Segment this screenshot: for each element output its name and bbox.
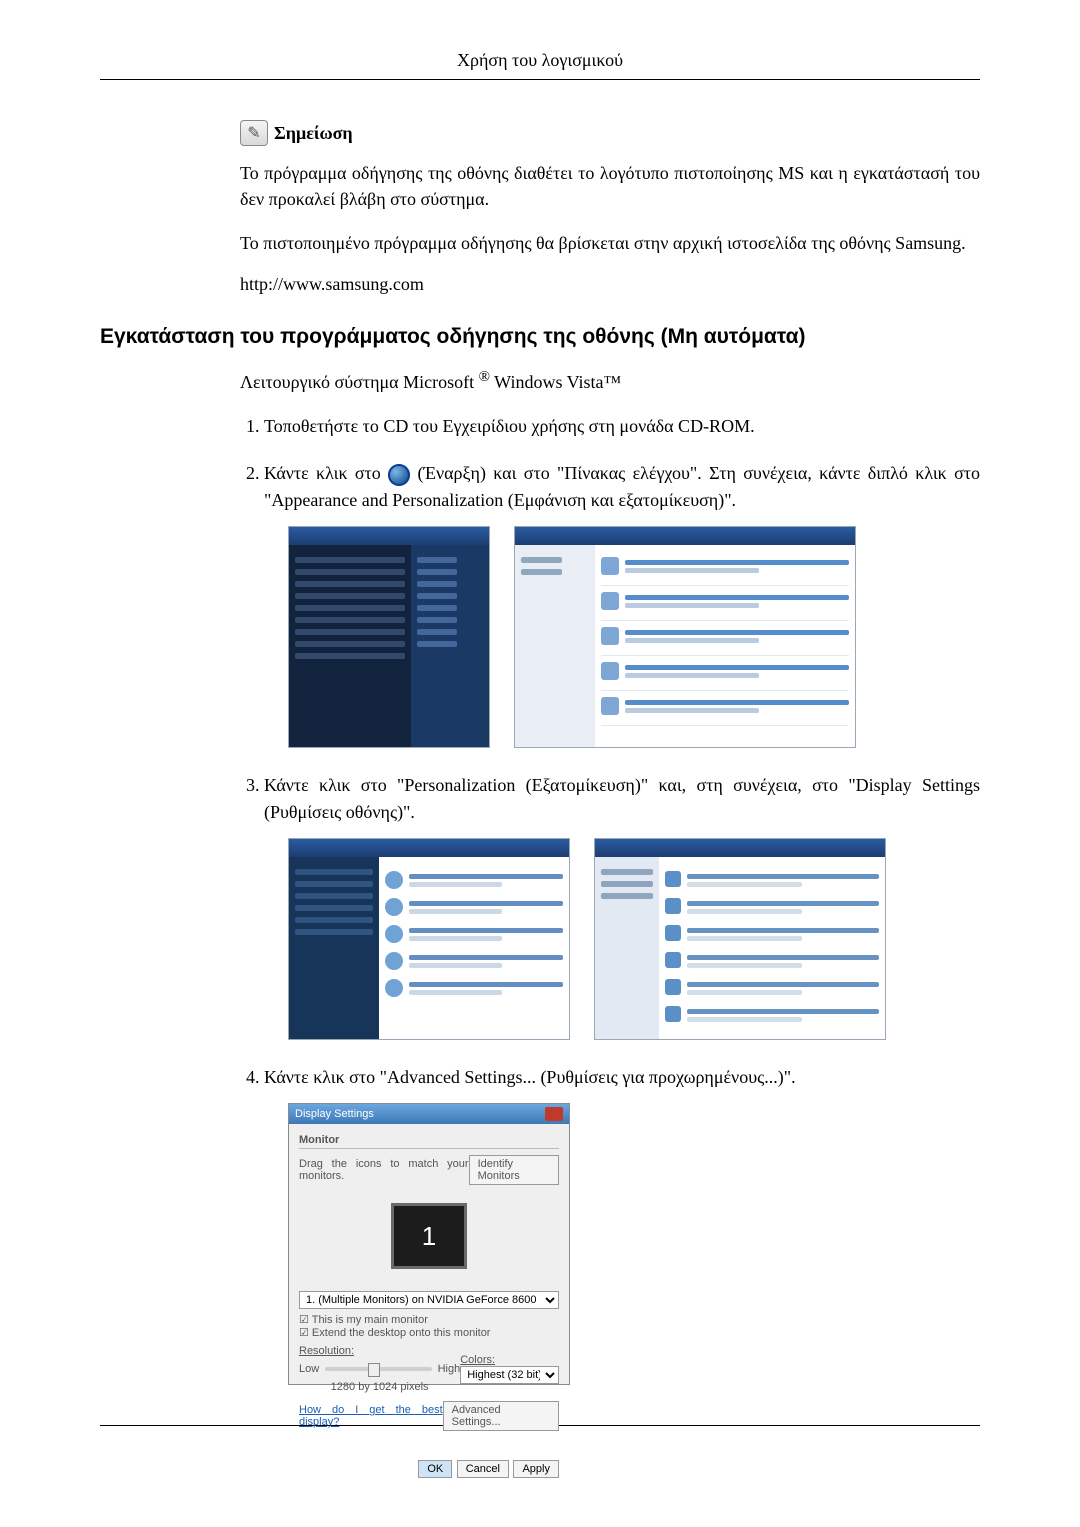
colors-dropdown: Highest (32 bit) [460,1366,559,1384]
step-4-text: Κάντε κλικ στο "Advanced Settings... (Ρυ… [264,1067,796,1087]
monitor-preview: 1 [391,1203,467,1269]
identify-monitors-button: Identify Monitors [469,1155,559,1185]
cb-extend-desktop: ☑ Extend the desktop onto this monitor [299,1326,559,1339]
note-paragraph-2: Το πιστοποιημένο πρόγραμμα οδήγησης θα β… [240,230,980,256]
registered-mark: ® [479,369,490,385]
top-rule [100,79,980,80]
screenshots-step-2 [288,526,980,748]
cancel-button: Cancel [457,1460,509,1478]
dialog-hint: Drag the icons to match your monitors. [299,1158,469,1182]
help-link: How do I get the best display? [299,1404,443,1428]
os-line: Λειτουργικό σύστημα Microsoft ® Windows … [240,367,980,395]
step-3: Κάντε κλικ στο "Personalization (Εξατομί… [264,772,980,1040]
note-icon: ✎ [240,120,268,146]
screenshot-personalization-2 [594,838,886,1040]
note-url: http://www.samsung.com [240,274,980,295]
step-3-text: Κάντε κλικ στο "Personalization (Εξατομί… [264,775,980,822]
step-4: Κάντε κλικ στο "Advanced Settings... (Ρυ… [264,1064,980,1385]
slider-low-label: Low [299,1363,319,1375]
screenshot-personalization-1 [288,838,570,1040]
advanced-settings-button: Advanced Settings... [443,1401,559,1431]
screenshot-start-menu [288,526,490,748]
page-running-header: Χρήση του λογισμικού [100,50,980,71]
slider-high-label: High [438,1363,461,1375]
note-paragraph-1: Το πρόγραμμα οδήγησης της οθόνης διαθέτε… [240,160,980,212]
step-2-text-a: Κάντε κλικ στο [264,463,388,483]
apply-button: Apply [513,1460,559,1478]
screenshots-step-3 [288,838,980,1040]
resolution-label: Resolution: [299,1345,460,1357]
monitor-dropdown: 1. (Multiple Monitors) on NVIDIA GeForce… [299,1291,559,1309]
screenshot-display-settings-dialog: Display Settings Monitor Drag the icons … [288,1103,570,1385]
resolution-value: 1280 by 1024 pixels [299,1381,460,1393]
dialog-tab: Monitor [299,1134,559,1149]
note-title: Σημείωση [274,123,353,144]
close-icon [545,1107,563,1121]
os-suffix: Windows Vista™ [490,372,621,392]
step-1: Τοποθετήστε το CD του Εγχειρίδιου χρήσης… [264,413,980,440]
start-orb-icon [388,464,410,486]
dialog-title: Display Settings [295,1108,374,1120]
resolution-slider [325,1367,431,1371]
os-prefix: Λειτουργικό σύστημα Microsoft [240,372,479,392]
colors-label: Colors: [460,1354,559,1366]
section-title: Εγκατάσταση του προγράμματος οδήγησης τη… [100,325,980,349]
step-2: Κάντε κλικ στο (Έναρξη) και στο "Πίνακας… [264,460,980,748]
screenshot-control-panel [514,526,856,748]
cb-main-monitor: ☑ This is my main monitor [299,1313,559,1326]
ok-button: OK [418,1460,452,1478]
